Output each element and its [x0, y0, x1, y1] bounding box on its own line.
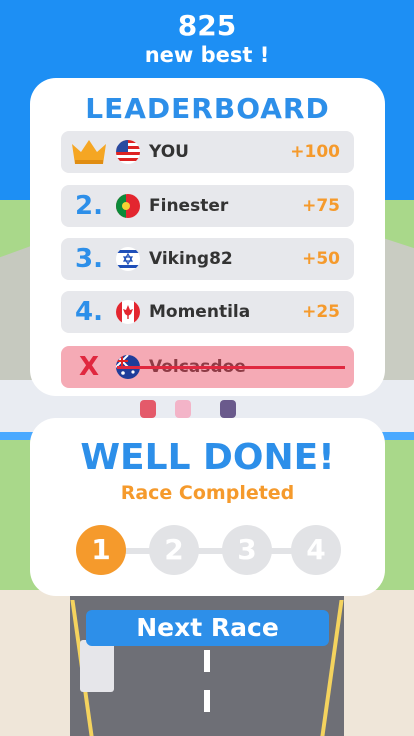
kart — [175, 400, 191, 418]
strike-through-line — [117, 366, 345, 369]
progress-track — [102, 548, 314, 554]
new-best-label: new best ! — [144, 43, 270, 67]
canada-flag-icon — [116, 300, 140, 324]
player-points: +100 — [290, 142, 340, 162]
leaderboard-row-you: YOU +100 — [61, 131, 354, 173]
rank-number: 2. — [75, 191, 103, 221]
race-step-4: 4 — [291, 525, 341, 575]
leaderboard-panel: LEADERBOARD YOU +100 2. Finester +75 3. — [30, 78, 385, 396]
sidewalk-left — [0, 590, 70, 736]
player-name: Viking82 — [149, 249, 233, 269]
kart — [140, 400, 156, 418]
well-done-title: WELL DONE! — [80, 437, 335, 478]
us-flag-icon — [116, 140, 140, 164]
race-step-1: 1 — [76, 525, 126, 575]
israel-flag-icon — [116, 247, 140, 271]
road-dash — [204, 690, 210, 712]
truck — [80, 640, 114, 692]
leaderboard-title: LEADERBOARD — [85, 92, 330, 125]
rank-number: 3. — [75, 244, 103, 274]
road-dash — [204, 650, 210, 672]
player-points: +25 — [302, 302, 340, 322]
player-name: Finester — [149, 196, 229, 216]
leaderboard-row: 2. Finester +75 — [61, 185, 354, 227]
race-step-2: 2 — [149, 525, 199, 575]
player-name: Momentila — [149, 302, 251, 322]
race-completed-label: Race Completed — [120, 482, 295, 504]
leaderboard-row: 4. Momentila +25 — [61, 291, 354, 333]
portugal-flag-icon — [116, 194, 140, 218]
score-value: 825 — [177, 9, 237, 42]
player-points: +75 — [302, 196, 340, 216]
rank-number: 4. — [75, 297, 103, 327]
crown-icon — [72, 140, 106, 164]
leaderboard-row-eliminated: X Volcasdoe — [61, 346, 354, 388]
player-points: +50 — [302, 249, 340, 269]
race-result-panel: WELL DONE! Race Completed 1 2 3 4 — [30, 418, 385, 596]
eliminated-x-icon: X — [78, 352, 100, 382]
leaderboard-row: 3. Viking82 +50 — [61, 238, 354, 280]
next-race-button[interactable]: Next Race — [86, 610, 329, 646]
race-step-3: 3 — [222, 525, 272, 575]
kart — [220, 400, 236, 418]
sidewalk-right — [344, 590, 414, 736]
player-name: YOU — [149, 142, 189, 162]
